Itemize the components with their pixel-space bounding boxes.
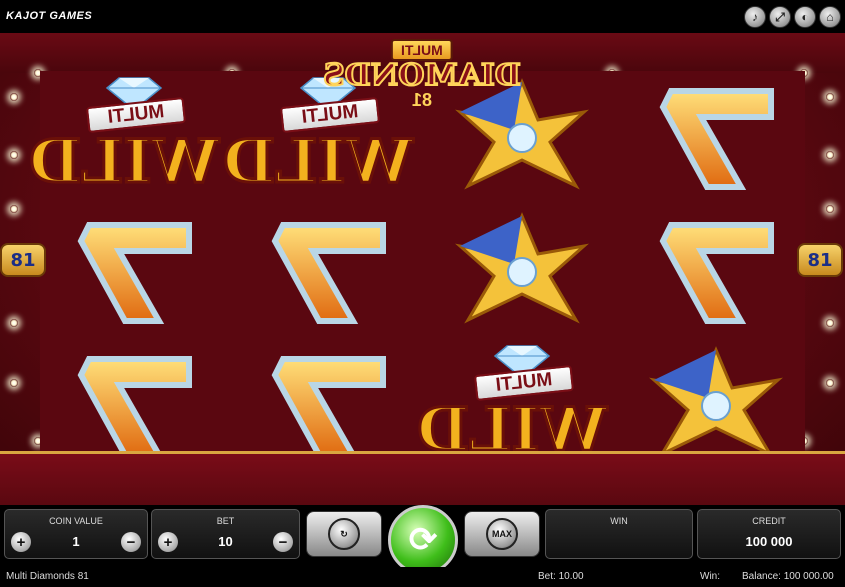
max-chip-icon: MAX xyxy=(486,518,518,550)
lines-count: 81 xyxy=(10,249,36,271)
game-name: Multi Diamonds 81 xyxy=(6,571,89,582)
sound-icon[interactable]: ♪ xyxy=(744,6,766,28)
light-bulb xyxy=(10,319,18,327)
status-bar: Multi Diamonds 81 Bet: 10.00 Win: Balanc… xyxy=(0,567,845,587)
wild-symbol: MULTI WILD xyxy=(27,71,227,205)
top-icon-group: ♪ ⤢ ◐ ⌂ xyxy=(744,6,841,28)
control-bar: COIN VALUE 1 + − BET 10 + − ↻ ⟳ MAX WIN … xyxy=(0,505,845,575)
win-panel: WIN xyxy=(545,509,693,559)
logo-81: 81 xyxy=(411,90,433,110)
star-symbol xyxy=(428,205,615,339)
autoplay-button[interactable]: ↻ xyxy=(306,511,382,557)
coin-value-minus-button[interactable]: − xyxy=(121,532,141,552)
reels-window: MULTI WILD MULTI WILD MULTI WILD xyxy=(27,71,805,473)
coin-value-label: COIN VALUE xyxy=(49,516,103,526)
home-icon[interactable]: ⌂ xyxy=(819,6,841,28)
wild-label: WILD xyxy=(221,126,414,199)
seven-icon xyxy=(77,356,192,458)
coin-value-panel: COIN VALUE 1 + − xyxy=(4,509,148,559)
game-logo: MULTI DIAMONDS 81 xyxy=(322,39,522,113)
seven-symbol xyxy=(234,205,421,339)
seven-icon xyxy=(659,88,774,190)
reel-1: MULTI WILD xyxy=(27,71,227,473)
wild-label: WILD xyxy=(27,126,220,199)
credit-label: CREDIT xyxy=(752,516,786,526)
light-bulb xyxy=(10,379,18,387)
light-bulb xyxy=(826,205,834,213)
max-bet-button[interactable]: MAX xyxy=(464,511,540,557)
max-label: MAX xyxy=(492,529,512,539)
bet-plus-button[interactable]: + xyxy=(158,532,178,552)
light-bulb xyxy=(10,205,18,213)
light-bulb xyxy=(826,93,834,101)
win-label: WIN xyxy=(610,516,628,526)
coin-value-plus-button[interactable]: + xyxy=(11,532,31,552)
autoplay-icon: ↻ xyxy=(328,518,360,550)
bet-status: Bet: 10.00 xyxy=(538,571,584,582)
bet-minus-button[interactable]: − xyxy=(273,532,293,552)
seven-symbol xyxy=(622,205,809,339)
top-bar: KAJOT GAMES ♪ ⤢ ◐ ⌂ xyxy=(0,0,845,33)
logo-diamonds: DIAMONDS xyxy=(322,57,522,94)
stage-bottom-frame xyxy=(0,451,845,505)
seven-icon xyxy=(271,356,386,458)
lines-badge-left: 81 xyxy=(0,243,46,277)
credit-value: 100 000 xyxy=(745,534,793,549)
spin-icon: ⟳ xyxy=(408,521,438,559)
light-bulb xyxy=(826,151,834,159)
brand-logo: KAJOT GAMES xyxy=(6,10,93,22)
seven-icon xyxy=(659,222,774,324)
game-stage: MULTI WILD MULTI WILD MULTI WILD MULTI D… xyxy=(0,33,845,505)
bet-panel: BET 10 + − xyxy=(151,509,300,559)
star-icon xyxy=(648,346,783,458)
credit-panel: CREDIT 100 000 xyxy=(697,509,841,559)
info-icon[interactable]: ◐ xyxy=(794,6,816,28)
light-bulb xyxy=(10,93,18,101)
spin-button[interactable]: ⟳ xyxy=(388,505,458,575)
reel-4 xyxy=(622,71,809,473)
light-bulb xyxy=(826,379,834,387)
win-status: Win: xyxy=(700,571,720,582)
fullscreen-icon[interactable]: ⤢ xyxy=(769,6,791,28)
light-bulb xyxy=(10,151,18,159)
seven-symbol xyxy=(40,205,227,339)
lines-badge-right: 81 xyxy=(797,243,843,277)
star-icon xyxy=(454,212,589,324)
reel-2: MULTI WILD xyxy=(221,71,421,473)
seven-icon xyxy=(77,222,192,324)
bet-label: BET xyxy=(216,516,235,526)
light-bulb xyxy=(826,319,834,327)
reel-3: MULTI WILD xyxy=(415,71,615,473)
lines-count: 81 xyxy=(807,249,833,271)
seven-icon xyxy=(271,222,386,324)
balance-status: Balance: 100 000.00 xyxy=(742,571,834,582)
seven-symbol xyxy=(622,71,809,205)
